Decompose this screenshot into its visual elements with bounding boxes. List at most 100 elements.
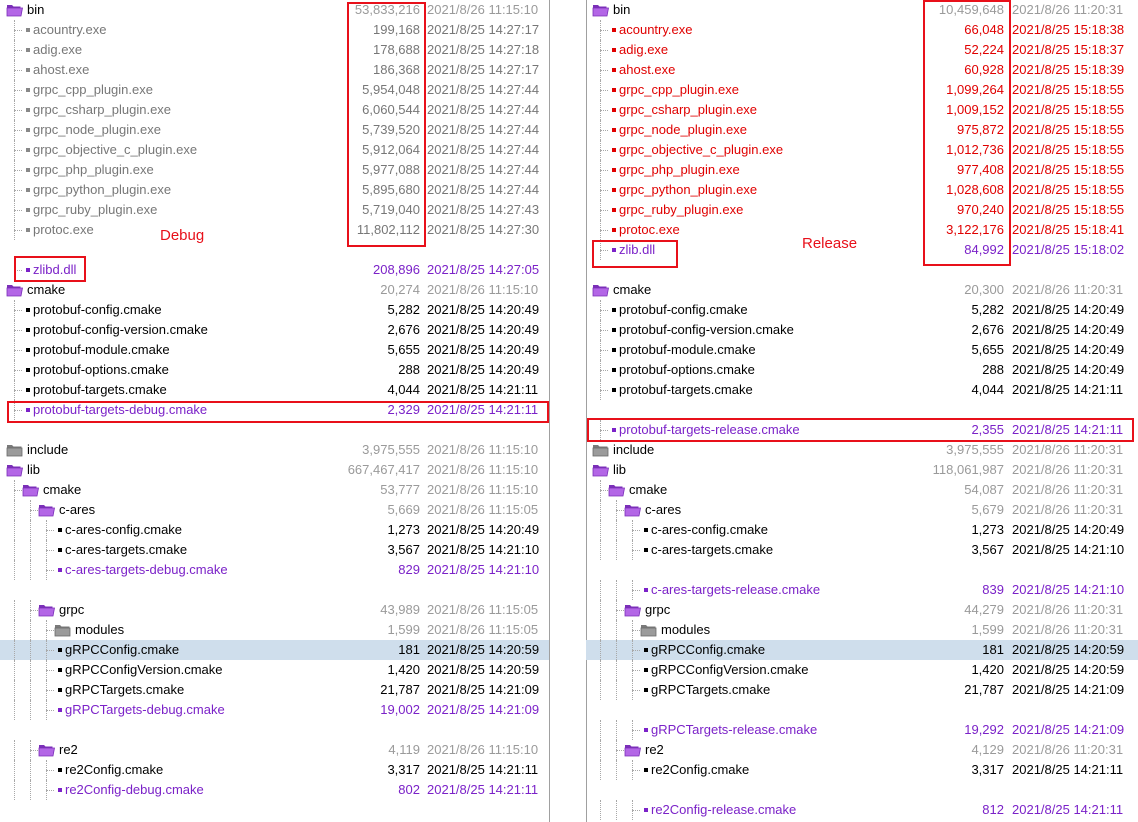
file-row-zlib-dll[interactable]: zlib.dll 84,992 2021/8/25 15:18:02 (586, 240, 1138, 260)
folder-row-modules[interactable]: modules 1,599 2021/8/26 11:15:05 (0, 620, 549, 640)
file-row-grpc-node-plugin-exe[interactable]: grpc_node_plugin.exe 975,872 2021/8/25 15:… (586, 120, 1138, 140)
folder-row-lib[interactable]: lib 118,061,987 2021/8/26 11:20:31 (586, 460, 1138, 480)
folder-row-cmake[interactable]: cmake 53,777 2021/8/26 11:15:10 (0, 480, 549, 500)
file-row-grpcconfigversion-cmake[interactable]: gRPCConfigVersion.cmake 1,420 2021/8/25 14… (0, 660, 549, 680)
file-row-acountry-exe[interactable]: acountry.exe 66,048 2021/8/25 15:18:38 (586, 20, 1138, 40)
file-row-grpc-python-plugin-exe[interactable]: grpc_python_plugin.exe 5,895,680 2021/8/25… (0, 180, 549, 200)
tree-guide-line (616, 720, 617, 740)
folder-row-modules[interactable]: modules 1,599 2021/8/26 11:20:31 (586, 620, 1138, 640)
entry-size: 4,044 (387, 382, 420, 397)
entry-date: 2021/8/25 14:20:49 (427, 362, 540, 377)
file-row-protoc-exe[interactable]: protoc.exe 3,122,176 2021/8/25 15:18:41 (586, 220, 1138, 240)
entry-date: 2021/8/25 14:27:43 (427, 202, 540, 217)
file-row-protobuf-options-cmake[interactable]: protobuf-options.cmake 288 2021/8/25 14:20… (586, 360, 1138, 380)
file-row-grpc-cpp-plugin-exe[interactable]: grpc_cpp_plugin.exe 1,099,264 2021/8/25 15… (586, 80, 1138, 100)
file-row-grpc-objective-c-plugin-exe[interactable]: grpc_objective_c_plugin.exe 1,012,736 2021… (586, 140, 1138, 160)
file-row-grpc-ruby-plugin-exe[interactable]: grpc_ruby_plugin.exe 970,240 2021/8/25 15:… (586, 200, 1138, 220)
file-row-grpctargets-release-cmake[interactable]: gRPCTargets-release.cmake 19,292 2021/8/25… (586, 720, 1138, 740)
file-row-grpc-cpp-plugin-exe[interactable]: grpc_cpp_plugin.exe 5,954,048 2021/8/25 14… (0, 80, 549, 100)
entry-name: c-ares-targets-debug.cmake (65, 562, 228, 577)
file-row-grpctargets-debug-cmake[interactable]: gRPCTargets-debug.cmake 19,002 2021/8/25 1… (0, 700, 549, 720)
file-row-protobuf-targets-debug-cmake[interactable]: protobuf-targets-debug.cmake 2,329 2021/8/… (0, 400, 549, 420)
file-row-protobuf-targets-cmake[interactable]: protobuf-targets.cmake 4,044 2021/8/25 14:… (0, 380, 549, 400)
file-row-zlibd-dll[interactable]: zlibd.dll 208,896 2021/8/25 14:27:05 (0, 260, 549, 280)
tree-connector (600, 70, 608, 71)
right-compare-pane[interactable]: bin 10,459,648 2021/8/26 11:20:31 acountry.… (586, 0, 1138, 822)
file-row-protobuf-targets-cmake[interactable]: protobuf-targets.cmake 4,044 2021/8/25 14:… (586, 380, 1138, 400)
file-row-c-ares-targets-cmake[interactable]: c-ares-targets.cmake 3,567 2021/8/25 14:21… (0, 540, 549, 560)
entry-date: 2021/8/25 14:21:09 (1012, 682, 1125, 697)
folder-row-include[interactable]: include 3,975,555 2021/8/26 11:20:31 (586, 440, 1138, 460)
file-row-re2config-cmake[interactable]: re2Config.cmake 3,317 2021/8/25 14:21:11 (0, 760, 549, 780)
entry-date: 2021/8/25 14:20:59 (427, 662, 540, 677)
tree-guide-line (14, 700, 15, 720)
file-row-grpc-objective-c-plugin-exe[interactable]: grpc_objective_c_plugin.exe 5,912,064 2021… (0, 140, 549, 160)
file-row-acountry-exe[interactable]: acountry.exe 199,168 2021/8/25 14:27:17 (0, 20, 549, 40)
file-row-grpc-node-plugin-exe[interactable]: grpc_node_plugin.exe 5,739,520 2021/8/25 1… (0, 120, 549, 140)
file-row-c-ares-targets-cmake[interactable]: c-ares-targets.cmake 3,567 2021/8/25 14:21… (586, 540, 1138, 560)
folder-row-grpc[interactable]: grpc 43,989 2021/8/26 11:15:05 (0, 600, 549, 620)
file-row-protobuf-module-cmake[interactable]: protobuf-module.cmake 5,655 2021/8/25 14:2… (0, 340, 549, 360)
file-status-icon (58, 768, 62, 772)
folder-row-bin[interactable]: bin 53,833,216 2021/8/26 11:15:10 (0, 0, 549, 20)
left-compare-pane[interactable]: bin 53,833,216 2021/8/26 11:15:10 acountry.… (0, 0, 549, 822)
file-row-re2config-release-cmake[interactable]: re2Config-release.cmake 812 2021/8/25 14:2… (586, 800, 1138, 820)
file-row-grpcconfigversion-cmake[interactable]: gRPCConfigVersion.cmake 1,420 2021/8/25 14… (586, 660, 1138, 680)
entry-date: 2021/8/25 14:20:49 (1012, 522, 1125, 537)
folder-row-c-ares[interactable]: c-ares 5,679 2021/8/26 11:20:31 (586, 500, 1138, 520)
file-row-adig-exe[interactable]: adig.exe 52,224 2021/8/25 15:18:37 (586, 40, 1138, 60)
file-row-protobuf-config-cmake[interactable]: protobuf-config.cmake 5,282 2021/8/25 14:2… (586, 300, 1138, 320)
entry-size: 1,273 (387, 522, 420, 537)
folder-row-re2[interactable]: re2 4,129 2021/8/26 11:20:31 (586, 740, 1138, 760)
file-row-grpc-php-plugin-exe[interactable]: grpc_php_plugin.exe 977,408 2021/8/25 15:1… (586, 160, 1138, 180)
file-row-c-ares-targets-release-cmake[interactable]: c-ares-targets-release.cmake 839 2021/8/25… (586, 580, 1138, 600)
entry-name: cmake (629, 482, 668, 497)
entry-date: 2021/8/25 14:21:11 (1012, 762, 1124, 777)
file-row-re2config-cmake[interactable]: re2Config.cmake 3,317 2021/8/25 14:21:11 (586, 760, 1138, 780)
file-row-adig-exe[interactable]: adig.exe 178,688 2021/8/25 14:27:18 (0, 40, 549, 60)
file-row-protobuf-targets-release-cmake[interactable]: protobuf-targets-release.cmake 2,355 2021/… (586, 420, 1138, 440)
folder-row-include[interactable]: include 3,975,555 2021/8/26 11:15:10 (0, 440, 549, 460)
file-row-c-ares-config-cmake[interactable]: c-ares-config.cmake 1,273 2021/8/25 14:20:… (0, 520, 549, 540)
file-status-icon (644, 648, 648, 652)
entry-date: 2021/8/25 14:20:49 (427, 322, 540, 337)
file-row-ahost-exe[interactable]: ahost.exe 60,928 2021/8/25 15:18:39 (586, 60, 1138, 80)
folder-row-bin[interactable]: bin 10,459,648 2021/8/26 11:20:31 (586, 0, 1138, 20)
file-row-grpctargets-cmake[interactable]: gRPCTargets.cmake 21,787 2021/8/25 14:21:0… (0, 680, 549, 700)
folder-row-cmake[interactable]: cmake 20,274 2021/8/26 11:15:10 (0, 280, 549, 300)
folder-row-grpc[interactable]: grpc 44,279 2021/8/26 11:20:31 (586, 600, 1138, 620)
tree-guide-line (600, 500, 601, 520)
file-row-grpc-csharp-plugin-exe[interactable]: grpc_csharp_plugin.exe 6,060,544 2021/8/25… (0, 100, 549, 120)
entry-date: 2021/8/25 15:18:55 (1012, 102, 1125, 117)
file-row-protoc-exe[interactable]: protoc.exe 11,802,112 2021/8/25 14:27:30 (0, 220, 549, 240)
folder-row-lib[interactable]: lib 667,467,417 2021/8/26 11:15:10 (0, 460, 549, 480)
entry-name: c-ares-targets.cmake (65, 542, 188, 557)
entry-size: 181 (982, 642, 1004, 657)
file-row-c-ares-config-cmake[interactable]: c-ares-config.cmake 1,273 2021/8/25 14:20:… (586, 520, 1138, 540)
folder-row-cmake[interactable]: cmake 54,087 2021/8/26 11:20:31 (586, 480, 1138, 500)
file-row-protobuf-config-cmake[interactable]: protobuf-config.cmake 5,282 2021/8/25 14:2… (0, 300, 549, 320)
folder-row-c-ares[interactable]: c-ares 5,669 2021/8/26 11:15:05 (0, 500, 549, 520)
file-row-grpc-csharp-plugin-exe[interactable]: grpc_csharp_plugin.exe 1,009,152 2021/8/25… (586, 100, 1138, 120)
file-row-grpc-python-plugin-exe[interactable]: grpc_python_plugin.exe 1,028,608 2021/8/25… (586, 180, 1138, 200)
entry-date: 2021/8/25 14:20:59 (1012, 662, 1125, 677)
file-row-protobuf-config-version-cmake[interactable]: protobuf-config-version.cmake 2,676 2021/8… (586, 320, 1138, 340)
file-row-protobuf-module-cmake[interactable]: protobuf-module.cmake 5,655 2021/8/25 14:2… (586, 340, 1138, 360)
entry-date: 2021/8/25 14:27:18 (427, 42, 540, 57)
file-row-re2config-debug-cmake[interactable]: re2Config-debug.cmake 802 2021/8/25 14:21:… (0, 780, 549, 800)
file-row-c-ares-targets-debug-cmake[interactable]: c-ares-targets-debug.cmake 829 2021/8/25 1… (0, 560, 549, 580)
file-row-ahost-exe[interactable]: ahost.exe 186,368 2021/8/25 14:27:17 (0, 60, 549, 80)
folder-row-cmake[interactable]: cmake 20,300 2021/8/26 11:20:31 (586, 280, 1138, 300)
file-row-grpc-php-plugin-exe[interactable]: grpc_php_plugin.exe 5,977,088 2021/8/25 14… (0, 160, 549, 180)
file-status-icon (26, 128, 30, 132)
folder-row-re2[interactable]: re2 4,119 2021/8/26 11:15:10 (0, 740, 549, 760)
file-row-grpcconfig-cmake[interactable]: gRPCConfig.cmake 181 2021/8/25 14:20:59 (0, 640, 549, 660)
entry-size: 3,975,555 (946, 442, 1004, 457)
file-row-protobuf-options-cmake[interactable]: protobuf-options.cmake 288 2021/8/25 14:20… (0, 360, 549, 380)
file-row-grpc-ruby-plugin-exe[interactable]: grpc_ruby_plugin.exe 5,719,040 2021/8/25 1… (0, 200, 549, 220)
file-row-protobuf-config-version-cmake[interactable]: protobuf-config-version.cmake 2,676 2021/8… (0, 320, 549, 340)
file-row-grpcconfig-cmake[interactable]: gRPCConfig.cmake 181 2021/8/25 14:20:59 (586, 640, 1138, 660)
file-row-grpctargets-cmake[interactable]: gRPCTargets.cmake 21,787 2021/8/25 14:21:0… (586, 680, 1138, 700)
entry-size: 20,300 (964, 282, 1004, 297)
entry-date: 2021/8/25 14:21:10 (1012, 582, 1125, 597)
